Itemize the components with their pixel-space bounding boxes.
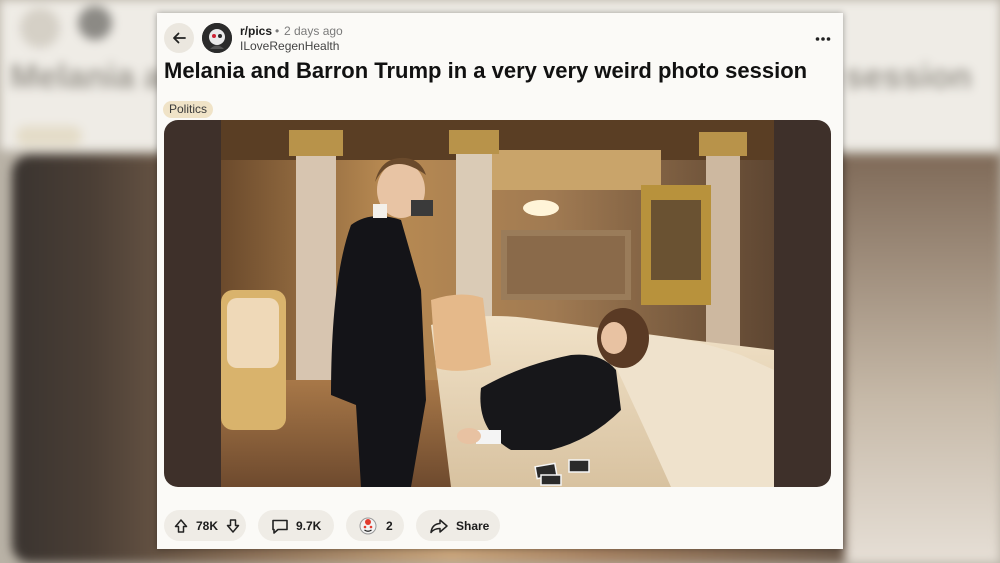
background-title-left: Melania a: [10, 58, 164, 96]
award-count: 2: [386, 518, 393, 533]
back-button[interactable]: [164, 23, 194, 53]
post-author[interactable]: ILoveRegenHealth: [240, 39, 339, 53]
share-label: Share: [456, 518, 490, 533]
share-button[interactable]: Share: [416, 510, 500, 541]
vote-count: 78K: [196, 518, 219, 533]
share-icon: [429, 518, 449, 534]
subreddit-avatar[interactable]: [202, 23, 232, 53]
post-card: r/pics • 2 days ago ILoveRegenHealth Mel…: [157, 13, 843, 549]
vote-pill: 78K: [164, 510, 246, 541]
background-title-right: session: [845, 58, 972, 96]
upvote-icon: [174, 518, 188, 533]
more-dots-icon: [815, 37, 831, 41]
back-arrow-icon: [173, 32, 186, 44]
flair-badge[interactable]: Politics: [163, 101, 214, 118]
downvote-icon: [226, 518, 240, 533]
downvote-button[interactable]: [226, 518, 240, 534]
upvote-button[interactable]: [174, 518, 188, 534]
subreddit-name[interactable]: r/pics: [240, 24, 272, 38]
award-icon: [358, 516, 378, 536]
comment-count: 9.7K: [296, 518, 322, 533]
comments-button[interactable]: 9.7K: [258, 510, 334, 541]
post-image-frame[interactable]: [164, 120, 831, 487]
post-image: [221, 120, 774, 487]
meta-separator: •: [275, 24, 280, 38]
comment-icon: [271, 517, 289, 535]
post-time: 2 days ago: [284, 24, 343, 38]
more-options-button[interactable]: [815, 31, 831, 42]
post-title[interactable]: Melania and Barron Trump in a very very …: [164, 58, 834, 84]
award-button[interactable]: 2: [346, 510, 404, 541]
